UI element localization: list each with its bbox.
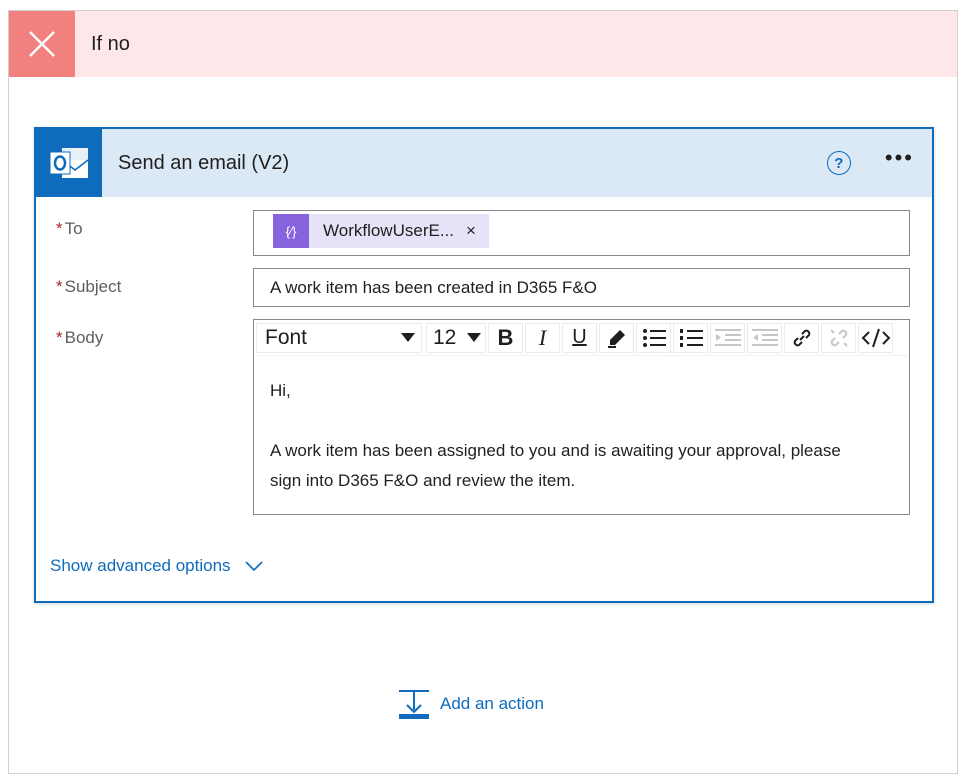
condition-branch-no: If no Send an email (V2) ? ••• * To {⁄} …: [8, 10, 958, 774]
unlink-icon[interactable]: [821, 322, 856, 353]
required-mark: *: [56, 219, 63, 238]
token-label: WorkflowUserE...: [323, 221, 454, 240]
body-line: sign into D365 F&O and review the item.: [270, 471, 576, 490]
subject-label-text: Subject: [64, 277, 122, 296]
chevron-down-icon: [401, 333, 415, 342]
add-action-button[interactable]: Add an action: [398, 688, 544, 720]
bold-icon[interactable]: B: [488, 322, 523, 353]
body-label: * Body: [56, 328, 103, 348]
condition-title: If no: [91, 32, 130, 55]
bulleted-list-icon[interactable]: [636, 322, 671, 353]
decrease-indent-icon[interactable]: [747, 322, 782, 353]
send-email-action-card: Send an email (V2) ? ••• * To {⁄} Workflo…: [34, 127, 934, 603]
to-field[interactable]: {⁄} WorkflowUserE... ×: [253, 210, 910, 256]
close-icon: [9, 11, 75, 77]
underline-icon[interactable]: U: [562, 322, 597, 353]
show-advanced-options-link[interactable]: Show advanced options: [50, 556, 263, 576]
body-line: A work item has been assigned to you and…: [270, 441, 841, 460]
subject-label: * Subject: [56, 277, 121, 297]
outlook-icon: [36, 129, 102, 197]
subject-value: A work item has been created in D365 F&O: [270, 278, 597, 297]
italic-icon[interactable]: I: [525, 322, 560, 353]
required-mark: *: [56, 277, 63, 296]
highlight-icon[interactable]: [599, 322, 634, 353]
add-action-icon: [399, 690, 429, 719]
remove-token-icon[interactable]: ×: [466, 221, 476, 241]
font-dropdown[interactable]: Font: [256, 322, 422, 353]
body-editor[interactable]: Font 12 B I U Hi, A work item has been a…: [253, 319, 910, 515]
help-icon[interactable]: ?: [826, 151, 851, 175]
chevron-down-icon: [467, 333, 481, 342]
add-action-label: Add an action: [440, 694, 544, 713]
font-size-value: 12: [433, 325, 457, 349]
expression-icon: {⁄}: [273, 214, 309, 248]
action-title: Send an email (V2): [118, 151, 290, 174]
increase-indent-icon[interactable]: [710, 322, 745, 353]
font-value: Font: [265, 325, 308, 349]
required-mark: *: [56, 328, 63, 347]
body-line: Hi,: [270, 381, 291, 400]
link-icon[interactable]: [784, 322, 819, 353]
to-label-text: To: [64, 219, 83, 238]
action-card-header[interactable]: Send an email (V2) ? •••: [36, 129, 932, 197]
rich-text-toolbar: Font 12 B I U: [254, 320, 909, 356]
body-label-text: Body: [64, 328, 104, 347]
to-label: * To: [56, 219, 83, 239]
condition-header[interactable]: If no: [9, 11, 957, 77]
more-options-icon[interactable]: •••: [885, 147, 914, 173]
subject-field[interactable]: A work item has been created in D365 F&O: [253, 268, 910, 307]
advanced-options-label: Show advanced options: [50, 556, 231, 575]
font-size-dropdown[interactable]: 12: [426, 322, 486, 353]
code-view-icon[interactable]: [858, 322, 893, 353]
chevron-down-icon: [244, 561, 263, 572]
dynamic-content-token[interactable]: {⁄} WorkflowUserE... ×: [273, 214, 489, 248]
numbered-list-icon[interactable]: [673, 322, 708, 353]
